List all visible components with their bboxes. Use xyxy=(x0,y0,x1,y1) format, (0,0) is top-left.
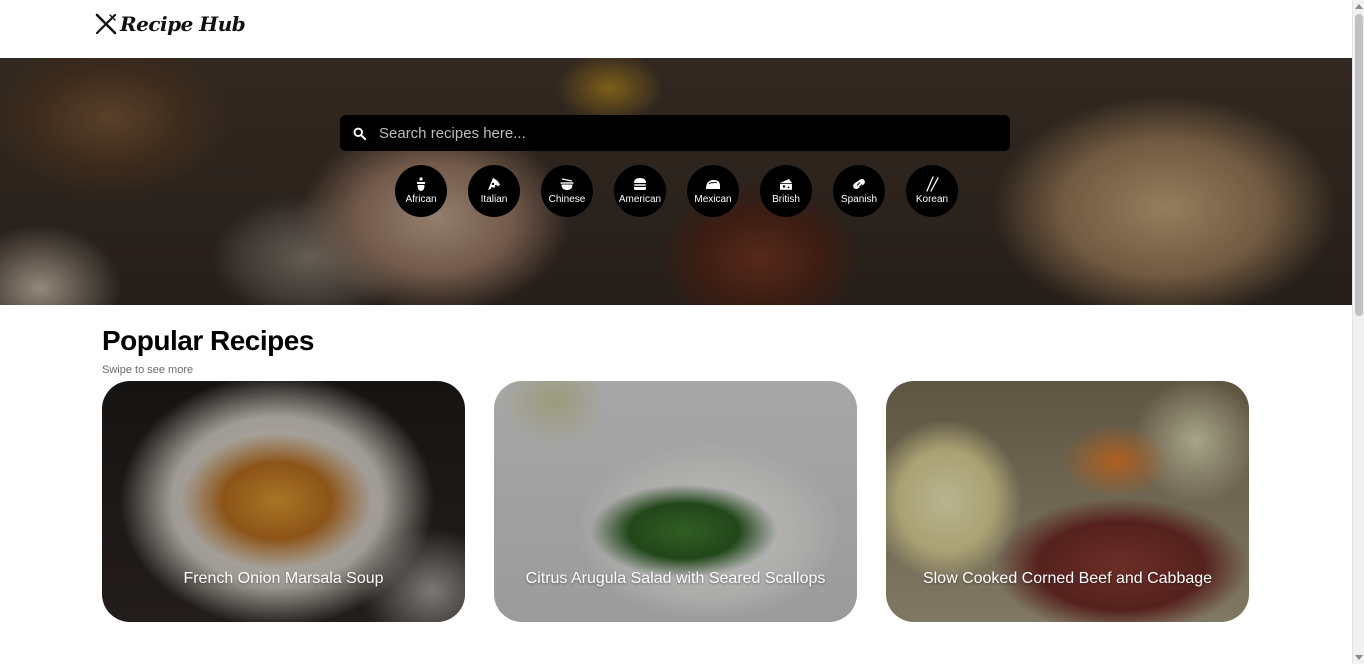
chopsticks-icon xyxy=(926,176,939,192)
recipe-title: French Onion Marsala Soup xyxy=(183,570,384,587)
taco-icon xyxy=(706,180,720,189)
cheese-icon xyxy=(780,179,792,190)
category-label: Korean xyxy=(915,194,949,205)
category-chinese[interactable]: Chinese xyxy=(541,165,593,217)
recipe-card[interactable]: Slow Cooked Corned Beef and Cabbage xyxy=(886,381,1249,622)
fork-knife-icon xyxy=(95,13,117,35)
category-british[interactable]: British xyxy=(760,165,812,217)
page-scrollbar[interactable] xyxy=(1352,0,1364,664)
burger-icon xyxy=(634,178,646,190)
pizza-icon xyxy=(488,178,500,190)
sausage-icon xyxy=(853,178,865,190)
category-american[interactable]: American xyxy=(614,165,666,217)
category-label: British xyxy=(772,194,800,205)
category-label: American xyxy=(618,194,662,205)
category-list: African Italian Chinese American Mexican… xyxy=(395,165,958,217)
search-bar xyxy=(340,115,1010,151)
recipe-card[interactable]: Citrus Arugula Salad with Seared Scallop… xyxy=(494,381,857,622)
category-italian[interactable]: Italian xyxy=(468,165,520,217)
swipe-hint: Swipe to see more xyxy=(102,364,194,376)
scroll-down-arrow-icon[interactable] xyxy=(1355,655,1363,660)
category-label: Mexican xyxy=(694,194,732,205)
recipe-title: Citrus Arugula Salad with Seared Scallop… xyxy=(525,570,826,587)
search-input[interactable] xyxy=(374,115,1010,151)
scroll-thumb[interactable] xyxy=(1355,14,1363,316)
logo-text: Recipe Hub xyxy=(120,12,246,36)
category-label: Italian xyxy=(480,194,508,205)
noodle-bowl-icon xyxy=(560,178,574,190)
hero-banner: African Italian Chinese xyxy=(0,58,1352,305)
category-mexican[interactable]: Mexican xyxy=(687,165,739,217)
popular-recipes-title: Popular Recipes xyxy=(102,325,314,356)
recipe-title: Slow Cooked Corned Beef and Cabbage xyxy=(922,570,1213,587)
search-icon[interactable] xyxy=(344,115,374,151)
scroll-up-arrow-icon[interactable] xyxy=(1355,4,1363,9)
category-korean[interactable]: Korean xyxy=(906,165,958,217)
category-spanish[interactable]: Spanish xyxy=(833,165,885,217)
category-african[interactable]: African xyxy=(395,165,447,217)
pot-icon xyxy=(417,177,425,191)
logo[interactable]: Recipe Hub xyxy=(94,11,246,37)
recipe-carousel[interactable]: French Onion Marsala Soup Citrus Arugula… xyxy=(102,381,1249,622)
category-label: African xyxy=(405,194,437,205)
category-label: Spanish xyxy=(840,194,878,205)
category-label: Chinese xyxy=(548,194,586,205)
recipe-card[interactable]: French Onion Marsala Soup xyxy=(102,381,465,622)
site-header: Recipe Hub xyxy=(0,0,1352,58)
